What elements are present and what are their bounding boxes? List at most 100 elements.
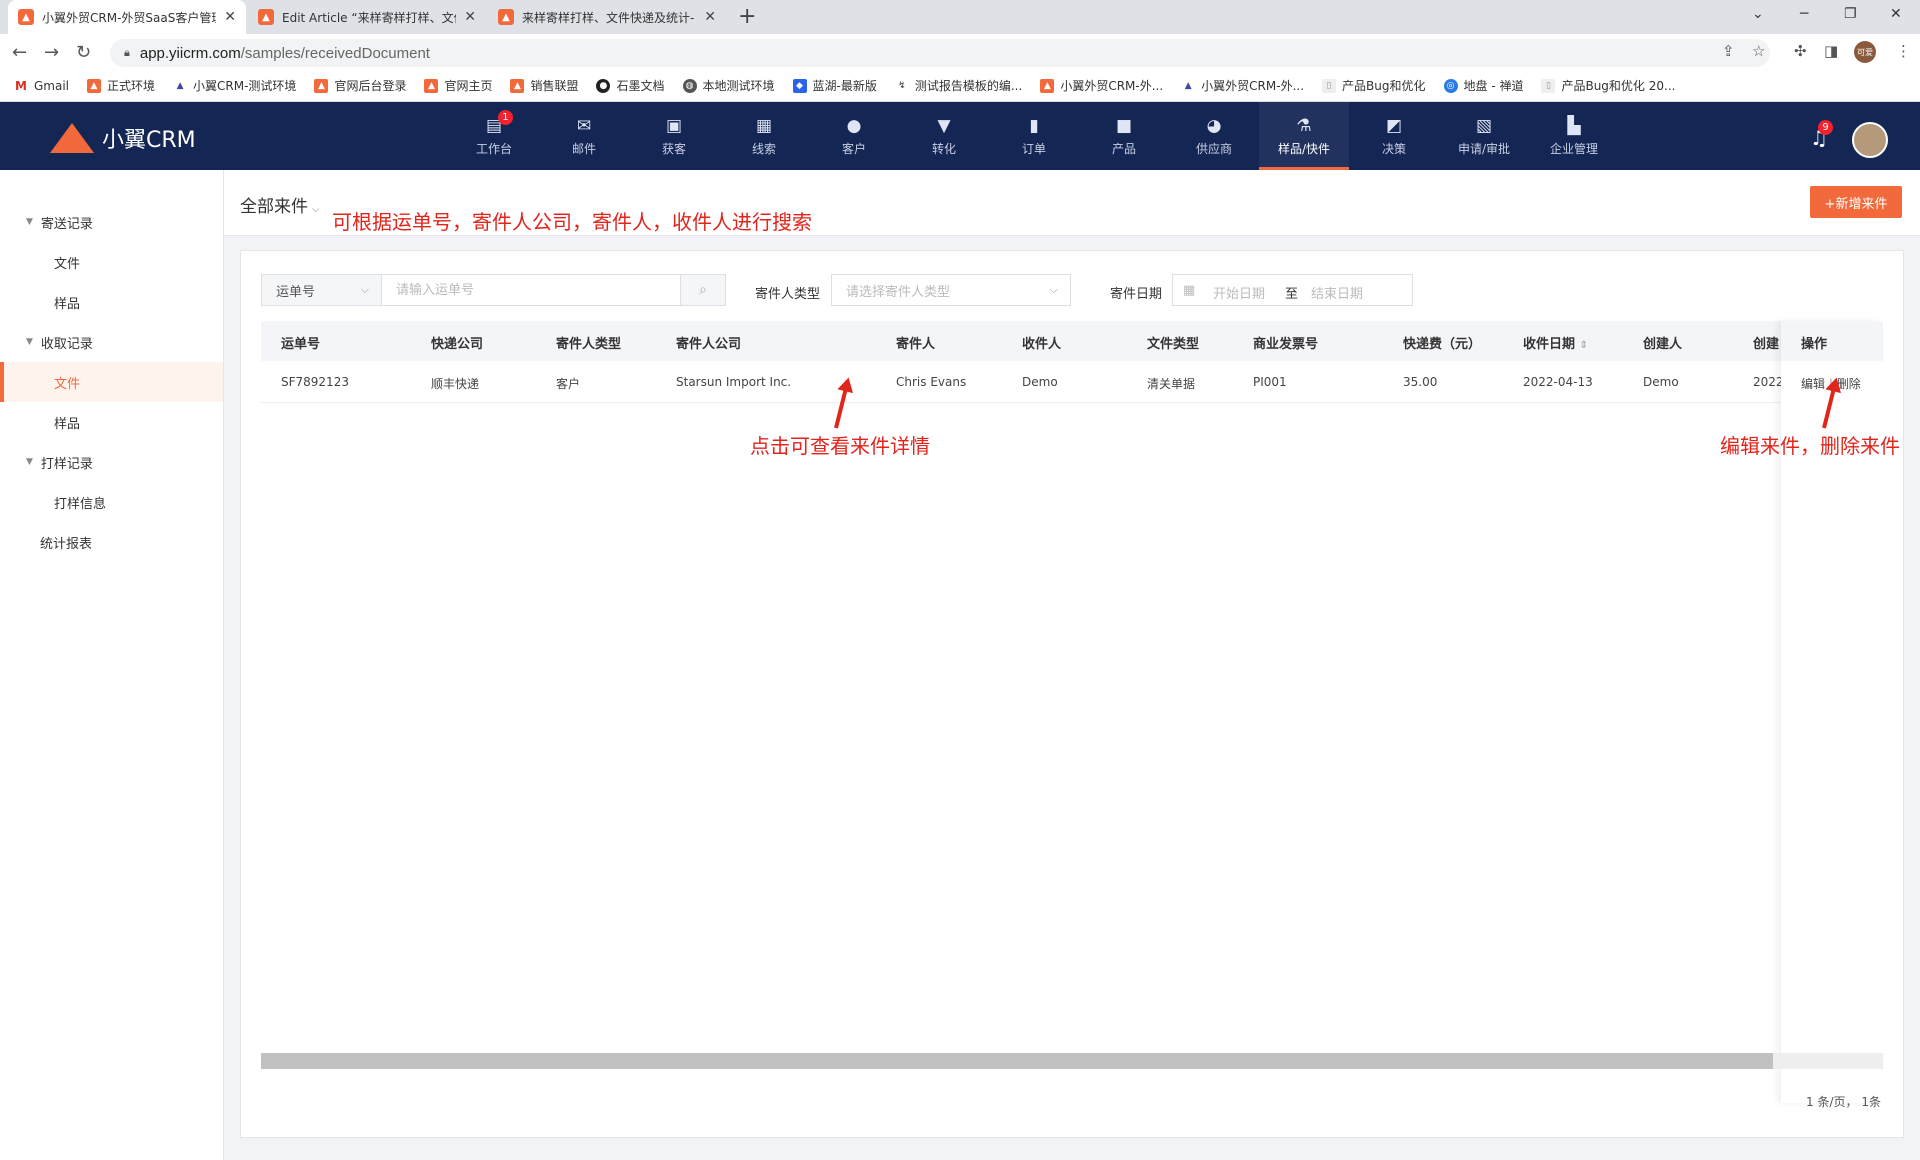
back-icon[interactable]: ← xyxy=(12,42,27,63)
nav-label: 线索 xyxy=(751,141,776,156)
nav-label: 工作台 xyxy=(475,141,512,156)
extensions-icon[interactable]: ✣ xyxy=(1794,42,1807,60)
date-range-picker[interactable]: ▦ 开始日期 至 结束日期 xyxy=(1172,274,1413,306)
share-icon[interactable]: ⇪ xyxy=(1722,42,1735,60)
table-cell: Demo xyxy=(1643,375,1679,389)
horizontal-scrollbar[interactable] xyxy=(261,1053,1883,1069)
table-row[interactable]: SF7892123 顺丰快递 客户 Starsun Import Inc. Ch… xyxy=(261,361,1883,403)
close-window-icon[interactable]: ✕ xyxy=(1890,6,1902,22)
pagination-summary: 1 条/页， 1条 xyxy=(1806,1095,1881,1109)
user-avatar[interactable] xyxy=(1852,122,1888,158)
url-path: /samples/receivedDocument xyxy=(240,44,430,62)
bookmark-item[interactable]: ▲ 销售联盟 xyxy=(510,77,578,94)
bookmark-item[interactable]: ▲ 官网后台登录 xyxy=(314,77,406,94)
reload-icon[interactable]: ↻ xyxy=(76,42,91,63)
date-start[interactable]: 开始日期 xyxy=(1213,283,1265,302)
browser-tab[interactable]: ▲ 来样寄样打样、文件快递及统计- ✕ xyxy=(488,0,726,34)
bookmark-item[interactable]: ◆ 蓝湖-最新版 xyxy=(792,77,877,94)
bookmark-item[interactable]: ▯ 产品Bug和优化 20... xyxy=(1541,77,1675,94)
edit-link[interactable]: 编辑 xyxy=(1801,377,1825,391)
sidebar-item-sent-files[interactable]: 文件 xyxy=(0,242,223,282)
bookmark-item[interactable]: ▲ 小翼外贸CRM-外... xyxy=(1040,77,1163,94)
add-received-button[interactable]: +新增来件 xyxy=(1810,186,1902,218)
nav-approval[interactable]: ▧ 申请/审批 xyxy=(1439,102,1529,170)
nav-workbench[interactable]: ▤ 1 工作台 xyxy=(449,102,539,170)
bookmark-label: 产品Bug和优化 xyxy=(1342,79,1426,93)
notification-bell-icon[interactable]: ♫ 9 xyxy=(1810,120,1833,150)
nav-label: 邮件 xyxy=(571,141,596,156)
browser-tab[interactable]: ▲ Edit Article “来样寄样打样、文件 ✕ xyxy=(248,0,486,34)
close-tab-icon[interactable]: ✕ xyxy=(704,9,716,25)
sidebar-item-received-files[interactable]: 文件 xyxy=(0,362,223,402)
bookmark-label: 本地测试环境 xyxy=(702,79,775,93)
app-logo[interactable]: 小翼CRM xyxy=(50,122,196,154)
sidebar-group-received[interactable]: ▼ 收取记录 xyxy=(0,322,93,362)
bookmark-item[interactable]: ▲ 正式环境 xyxy=(87,77,155,94)
url-bar[interactable]: 🔒︎ app.yiicrm.com/samples/receivedDocume… xyxy=(110,39,1770,67)
side-panel-icon[interactable]: ◨ xyxy=(1824,42,1838,60)
column-header: 运单号 xyxy=(281,337,321,352)
bookmark-item[interactable]: ◍ 本地测试环境 xyxy=(682,77,775,94)
sidebar-group-proofing[interactable]: ▼ 打样记录 xyxy=(0,442,93,482)
close-tab-icon[interactable]: ✕ xyxy=(464,9,476,25)
gmail-icon: M xyxy=(14,78,28,93)
bookmark-item[interactable]: ▲ 小翼外贸CRM-外... xyxy=(1181,77,1304,94)
bookmarks-bar: M Gmail ▲ 正式环境 ▲ 小翼CRM-测试环境 ▲ 官网后台登录 ▲ 官网主页 ▲… xyxy=(0,70,1920,102)
bookmark-item[interactable]: ● 石墨文档 xyxy=(596,77,665,94)
table-cell: Demo xyxy=(1022,375,1058,389)
bookmark-item[interactable]: ▲ 小翼CRM-测试环境 xyxy=(173,77,296,94)
bookmark-item[interactable]: ↯ 测试报告模板的编... xyxy=(894,77,1022,94)
search-field-select[interactable]: 运单号 ⌵ xyxy=(261,274,381,306)
sidebar-item-label: 文件 xyxy=(54,376,81,392)
nav-samples[interactable]: ⚗ 样品/快件 xyxy=(1259,102,1349,170)
new-tab-icon[interactable]: + xyxy=(738,4,756,29)
bookmark-item[interactable]: M Gmail xyxy=(14,78,69,93)
nav-leads[interactable]: ▦ 线索 xyxy=(719,102,809,170)
nav-supplier[interactable]: ◕ 供应商 xyxy=(1169,102,1259,170)
sidebar-item-sent-samples[interactable]: 样品 xyxy=(0,282,223,322)
sidebar: ▼ 寄送记录 文件 样品 ▼ 收取记录 文件 样品 ▼ 打样记录 打样信息 统计报表 xyxy=(0,170,224,1160)
sidebar-item-proofing-info[interactable]: 打样信息 xyxy=(0,482,223,522)
address-toolbar: ← → ↻ 🔒︎ app.yiicrm.com/samples/received… xyxy=(0,34,1920,70)
sidebar-item-label: 统计报表 xyxy=(40,536,93,552)
bookmark-star-icon[interactable]: ☆ xyxy=(1752,42,1765,60)
restore-icon[interactable]: ❐ xyxy=(1844,6,1857,22)
app-navbar: 小翼CRM ▤ 1 工作台 ✉ 邮件 ▣ 获客 ▦ 线索 ● 客户 ▼ 转化 ▮ 订单 ■ 产品 … xyxy=(0,102,1920,170)
sortable-column-header[interactable]: 收件日期 ⇕ xyxy=(1523,333,1588,352)
close-tab-icon[interactable]: ✕ xyxy=(224,9,236,25)
browser-tab[interactable]: ▲ 小翼外贸CRM-外贸SaaS客户管理 ✕ xyxy=(8,0,246,34)
date-end[interactable]: 结束日期 xyxy=(1311,283,1363,302)
search-input[interactable] xyxy=(381,274,681,306)
nav-customer[interactable]: ● 客户 xyxy=(809,102,899,170)
forward-icon[interactable]: → xyxy=(44,42,59,63)
logo-icon xyxy=(50,123,94,153)
menu-icon[interactable]: ⋮ xyxy=(1896,42,1911,60)
bookmark-item[interactable]: ▲ 官网主页 xyxy=(424,77,492,94)
nav-mail[interactable]: ✉ 邮件 xyxy=(539,102,629,170)
nav-decision[interactable]: ◩ 决策 xyxy=(1349,102,1439,170)
sender-type-select[interactable]: 请选择寄件人类型 ⌵ xyxy=(831,274,1071,306)
logo-text: 小翼CRM xyxy=(102,128,196,153)
sidebar-item-received-samples[interactable]: 样品 xyxy=(0,402,223,442)
bookmark-item[interactable]: ▯ 产品Bug和优化 xyxy=(1322,77,1426,94)
page-title-dropdown[interactable]: 全部来件 ⌵ xyxy=(240,192,320,217)
tab-search-icon[interactable]: ⌄ xyxy=(1752,6,1764,22)
nav-order[interactable]: ▮ 订单 xyxy=(989,102,1079,170)
nav-acquire[interactable]: ▣ 获客 xyxy=(629,102,719,170)
nav-label: 申请/审批 xyxy=(1457,141,1511,156)
nav-label: 产品 xyxy=(1111,141,1136,156)
nav-company[interactable]: ▙ 企业管理 xyxy=(1529,102,1619,170)
workbench-badge: 1 xyxy=(497,109,513,125)
sidebar-group-sent[interactable]: ▼ 寄送记录 xyxy=(0,202,93,242)
profile-avatar[interactable]: 可爱 xyxy=(1854,41,1876,63)
search-button[interactable]: ⌕ xyxy=(681,274,726,306)
calendar-icon: ▦ xyxy=(1183,283,1196,298)
sidebar-item-reports[interactable]: 统计报表 xyxy=(0,522,223,562)
scrollbar-thumb[interactable] xyxy=(261,1053,1773,1069)
page-icon: ▯ xyxy=(1322,78,1337,93)
nav-convert[interactable]: ▼ 转化 xyxy=(899,102,989,170)
site-favicon-icon: ▲ xyxy=(18,9,34,25)
bookmark-item[interactable]: ◎ 地盘 - 禅道 xyxy=(1443,77,1523,94)
nav-product[interactable]: ■ 产品 xyxy=(1079,102,1169,170)
minimize-icon[interactable]: ─ xyxy=(1800,6,1808,22)
